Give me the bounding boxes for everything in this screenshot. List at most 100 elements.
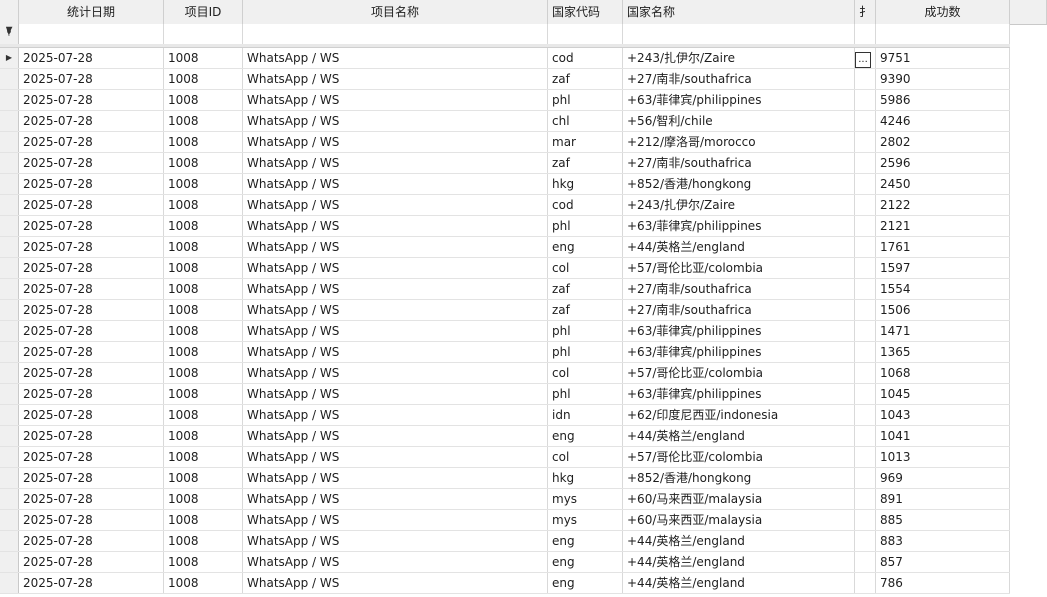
column-header-project-name[interactable]: 项目名称	[243, 0, 548, 24]
cell-country-name[interactable]: +44/英格兰/england	[623, 552, 855, 572]
table-row[interactable]: 2025-07-28 1008 WhatsApp / WS cod +243/扎伊尔/Z…	[0, 195, 1010, 216]
cell-success-count[interactable]: 1013	[876, 447, 1010, 467]
table-row[interactable]: 2025-07-28 1008 WhatsApp / WS mys +60/马来西亚/m…	[0, 489, 1010, 510]
row-indicator[interactable]	[0, 363, 19, 383]
cell-country-code[interactable]: eng	[548, 237, 623, 257]
cell-date[interactable]: 2025-07-28	[19, 258, 164, 278]
cell-project-id[interactable]: 1008	[164, 426, 243, 446]
cell-date[interactable]: 2025-07-28	[19, 573, 164, 593]
cell-success-count[interactable]: 9751	[876, 48, 1010, 68]
cell-country-name[interactable]: +44/英格兰/england	[623, 573, 855, 593]
cell-extra[interactable]	[855, 132, 876, 152]
cell-project-id[interactable]: 1008	[164, 195, 243, 215]
cell-project-id[interactable]: 1008	[164, 321, 243, 341]
cell-success-count[interactable]: 969	[876, 468, 1010, 488]
cell-project-id[interactable]: 1008	[164, 174, 243, 194]
table-row[interactable]: 2025-07-28 1008 WhatsApp / WS chl +56/智利/chi…	[0, 111, 1010, 132]
row-indicator[interactable]	[0, 384, 19, 404]
cell-project-id[interactable]: 1008	[164, 552, 243, 572]
cell-success-count[interactable]: 2596	[876, 153, 1010, 173]
cell-extra[interactable]	[855, 510, 876, 530]
cell-country-code[interactable]: zaf	[548, 300, 623, 320]
cell-extra[interactable]	[855, 363, 876, 383]
table-row[interactable]: 2025-07-28 1008 WhatsApp / WS phl +63/菲律宾/ph…	[0, 216, 1010, 237]
cell-country-name[interactable]: +852/香港/hongkong	[623, 468, 855, 488]
filter-cell-project-id[interactable]	[164, 24, 243, 44]
cell-date[interactable]: 2025-07-28	[19, 447, 164, 467]
cell-project-name[interactable]: WhatsApp / WS	[243, 447, 548, 467]
cell-project-id[interactable]: 1008	[164, 447, 243, 467]
table-row[interactable]: 2025-07-28 1008 WhatsApp / WS phl +63/菲律宾/ph…	[0, 90, 1010, 111]
column-header-date[interactable]: 统计日期	[19, 0, 164, 24]
row-indicator[interactable]	[0, 468, 19, 488]
cell-success-count[interactable]: 1761	[876, 237, 1010, 257]
cell-country-code[interactable]: phl	[548, 342, 623, 362]
cell-country-code[interactable]: cod	[548, 195, 623, 215]
cell-success-count[interactable]: 883	[876, 531, 1010, 551]
table-row[interactable]: 2025-07-28 1008 WhatsApp / WS eng +44/英格兰/en…	[0, 531, 1010, 552]
cell-date[interactable]: 2025-07-28	[19, 552, 164, 572]
cell-country-code[interactable]: eng	[548, 573, 623, 593]
cell-date[interactable]: 2025-07-28	[19, 90, 164, 110]
cell-success-count[interactable]: 857	[876, 552, 1010, 572]
cell-date[interactable]: 2025-07-28	[19, 300, 164, 320]
table-row[interactable]: 2025-07-28 1008 WhatsApp / WS mar +212/摩洛哥/m…	[0, 132, 1010, 153]
table-row[interactable]: 2025-07-28 1008 WhatsApp / WS idn +62/印度尼西亚/…	[0, 405, 1010, 426]
cell-country-code[interactable]: chl	[548, 111, 623, 131]
cell-date[interactable]: 2025-07-28	[19, 69, 164, 89]
cell-project-id[interactable]: 1008	[164, 258, 243, 278]
cell-extra[interactable]	[855, 216, 876, 236]
row-indicator[interactable]	[0, 405, 19, 425]
cell-extra[interactable]	[855, 384, 876, 404]
cell-success-count[interactable]: 2802	[876, 132, 1010, 152]
cell-success-count[interactable]: 1365	[876, 342, 1010, 362]
row-indicator[interactable]	[0, 552, 19, 572]
cell-extra[interactable]	[855, 342, 876, 362]
table-row[interactable]: 2025-07-28 1008 WhatsApp / WS zaf +27/南非/sou…	[0, 300, 1010, 321]
cell-extra[interactable]	[855, 426, 876, 446]
table-row[interactable]: 2025-07-28 1008 WhatsApp / WS zaf +27/南非/sou…	[0, 153, 1010, 174]
cell-country-code[interactable]: col	[548, 258, 623, 278]
filter-cell-country-code[interactable]	[548, 24, 623, 44]
cell-project-name[interactable]: WhatsApp / WS	[243, 90, 548, 110]
cell-project-id[interactable]: 1008	[164, 153, 243, 173]
cell-extra[interactable]	[855, 531, 876, 551]
cell-success-count[interactable]: 885	[876, 510, 1010, 530]
cell-project-id[interactable]: 1008	[164, 468, 243, 488]
cell-project-id[interactable]: 1008	[164, 216, 243, 236]
cell-country-code[interactable]: mys	[548, 510, 623, 530]
cell-extra[interactable]	[855, 447, 876, 467]
cell-country-name[interactable]: +27/南非/southafrica	[623, 69, 855, 89]
cell-success-count[interactable]: 5986	[876, 90, 1010, 110]
cell-date[interactable]: 2025-07-28	[19, 48, 164, 68]
row-indicator[interactable]	[0, 237, 19, 257]
cell-project-id[interactable]: 1008	[164, 384, 243, 404]
cell-project-name[interactable]: WhatsApp / WS	[243, 258, 548, 278]
cell-country-name[interactable]: +63/菲律宾/philippines	[623, 384, 855, 404]
cell-success-count[interactable]: 2121	[876, 216, 1010, 236]
cell-country-name[interactable]: +63/菲律宾/philippines	[623, 216, 855, 236]
column-header-project-id[interactable]: 项目ID	[164, 0, 243, 24]
cell-country-code[interactable]: hkg	[548, 174, 623, 194]
cell-project-id[interactable]: 1008	[164, 300, 243, 320]
filter-cell-extra[interactable]	[855, 24, 876, 44]
current-row-arrow-icon[interactable]: ▶	[0, 48, 19, 68]
ellipsis-button[interactable]: ...	[855, 52, 871, 68]
cell-success-count[interactable]: 786	[876, 573, 1010, 593]
table-row[interactable]: 2025-07-28 1008 WhatsApp / WS phl +63/菲律宾/ph…	[0, 384, 1010, 405]
cell-extra[interactable]	[855, 300, 876, 320]
row-indicator[interactable]	[0, 195, 19, 215]
cell-project-id[interactable]: 1008	[164, 531, 243, 551]
cell-date[interactable]: 2025-07-28	[19, 531, 164, 551]
cell-project-name[interactable]: WhatsApp / WS	[243, 195, 548, 215]
row-indicator[interactable]	[0, 510, 19, 530]
cell-country-name[interactable]: +852/香港/hongkong	[623, 174, 855, 194]
cell-country-name[interactable]: +63/菲律宾/philippines	[623, 90, 855, 110]
row-indicator[interactable]	[0, 258, 19, 278]
cell-country-code[interactable]: zaf	[548, 153, 623, 173]
cell-extra[interactable]	[855, 237, 876, 257]
table-row[interactable]: ▶ 2025-07-28 1008 WhatsApp / WS cod +243/扎伊尔/…	[0, 48, 1010, 69]
cell-success-count[interactable]: 891	[876, 489, 1010, 509]
cell-country-name[interactable]: +243/扎伊尔/Zaire	[623, 195, 855, 215]
cell-country-code[interactable]: col	[548, 447, 623, 467]
